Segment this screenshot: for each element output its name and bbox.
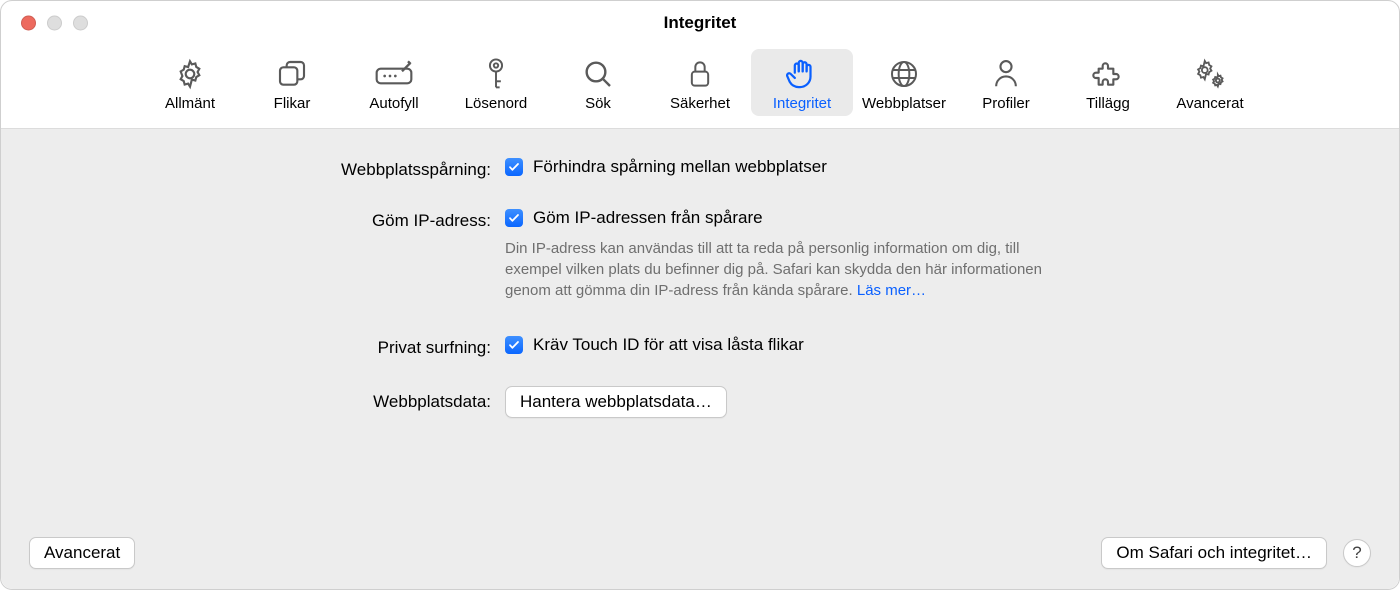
close-window-button[interactable] [21, 16, 36, 31]
tab-label: Säkerhet [670, 95, 730, 112]
tab-autofill[interactable]: Autofyll [343, 49, 445, 116]
content-area: Webbplatsspårning: Förhindra spårning me… [1, 129, 1399, 589]
tab-label: Webbplatser [862, 95, 946, 112]
preferences-toolbar: Allmänt Flikar [1, 45, 1399, 129]
hide-ip-checkbox-label: Göm IP-adressen från spårare [533, 208, 763, 228]
footer: Avancerat Om Safari och integritet… ? [1, 537, 1399, 569]
zoom-window-button[interactable] [73, 16, 88, 31]
globe-icon [888, 55, 920, 93]
autofill-icon [374, 55, 414, 93]
tab-profiles[interactable]: Profiler [955, 49, 1057, 116]
preferences-window: Integritet Allmänt Flikar [0, 0, 1400, 590]
tab-label: Lösenord [465, 95, 528, 112]
window-title: Integritet [664, 13, 737, 33]
tab-passwords[interactable]: Lösenord [445, 49, 547, 116]
key-icon [481, 55, 511, 93]
hand-icon [786, 55, 818, 93]
private-browsing-label: Privat surfning: [1, 335, 491, 358]
tab-label: Tillägg [1086, 95, 1130, 112]
require-touchid-checkbox[interactable] [505, 336, 523, 354]
learn-more-link[interactable]: Läs mer… [857, 282, 926, 299]
tabs-icon [276, 55, 308, 93]
manage-website-data-button[interactable]: Hantera webbplatsdata… [505, 386, 727, 418]
window-controls [21, 16, 88, 31]
person-icon [991, 55, 1021, 93]
tab-advanced[interactable]: Avancerat [1159, 49, 1261, 116]
hide-ip-checkbox[interactable] [505, 209, 523, 227]
advanced-button[interactable]: Avancerat [29, 537, 135, 569]
tab-label: Flikar [274, 95, 311, 112]
tab-websites[interactable]: Webbplatser [853, 49, 955, 116]
tab-general[interactable]: Allmänt [139, 49, 241, 116]
hide-ip-label: Göm IP-adress: [1, 208, 491, 231]
tab-label: Integritet [773, 95, 831, 112]
titlebar[interactable]: Integritet [1, 1, 1399, 45]
lock-icon [686, 55, 714, 93]
search-icon [582, 55, 614, 93]
tab-label: Allmänt [165, 95, 215, 112]
prevent-tracking-checkbox[interactable] [505, 158, 523, 176]
tab-label: Sök [585, 95, 611, 112]
tab-tabs[interactable]: Flikar [241, 49, 343, 116]
help-button[interactable]: ? [1343, 539, 1371, 567]
require-touchid-label: Kräv Touch ID för att visa låsta flikar [533, 335, 804, 355]
puzzle-icon [1092, 55, 1124, 93]
tab-search[interactable]: Sök [547, 49, 649, 116]
website-data-label: Webbplatsdata: [1, 386, 491, 412]
minimize-window-button[interactable] [47, 16, 62, 31]
tab-label: Avancerat [1176, 95, 1243, 112]
prevent-tracking-label: Förhindra spårning mellan webbplatser [533, 157, 827, 177]
tab-security[interactable]: Säkerhet [649, 49, 751, 116]
tab-extensions[interactable]: Tillägg [1057, 49, 1159, 116]
gears-icon [1193, 55, 1227, 93]
hide-ip-description: Din IP-adress kan användas till att ta r… [505, 238, 1065, 301]
gear-icon [174, 55, 206, 93]
website-tracking-label: Webbplatsspårning: [1, 157, 491, 180]
tab-label: Profiler [982, 95, 1030, 112]
about-privacy-button[interactable]: Om Safari och integritet… [1101, 537, 1327, 569]
tab-privacy[interactable]: Integritet [751, 49, 853, 116]
tab-label: Autofyll [369, 95, 418, 112]
